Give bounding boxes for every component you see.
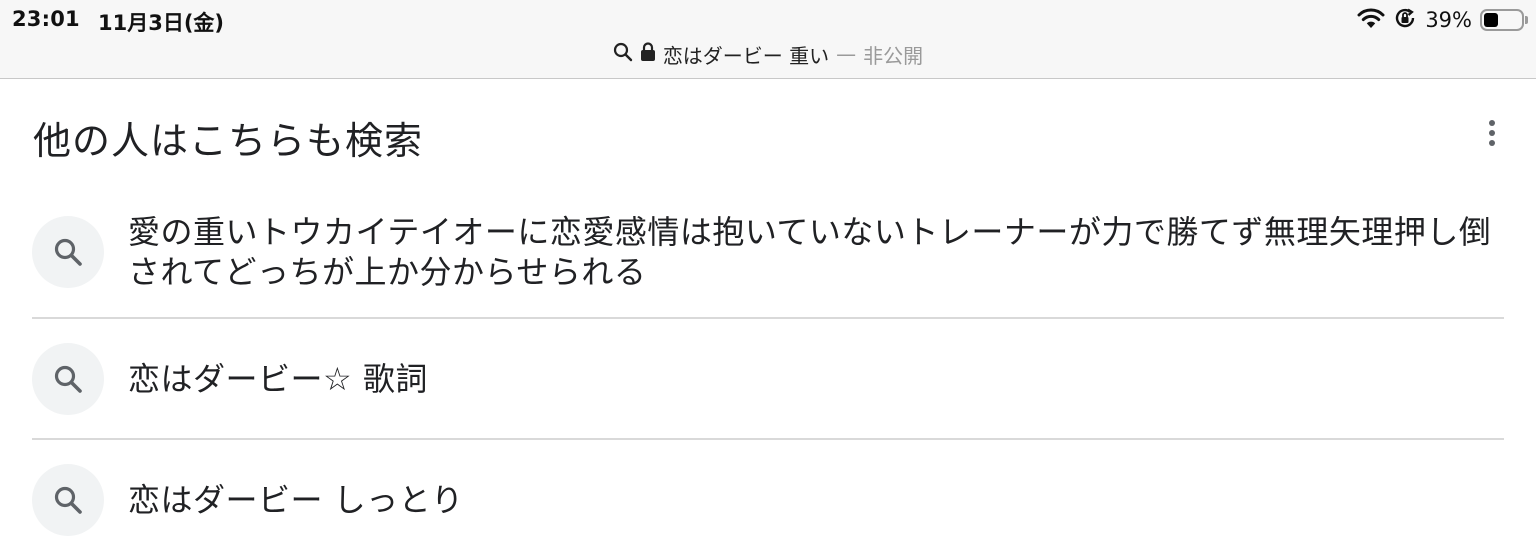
related-searches-list: 愛の重いトウカイテイオーに恋愛感情は抱いていないトレーナーが力で勝てず無理矢理押… bbox=[32, 187, 1504, 560]
wifi-icon bbox=[1357, 7, 1385, 33]
address-separator: — bbox=[836, 42, 857, 66]
status-time: 23:01 bbox=[12, 7, 80, 31]
search-icon bbox=[32, 216, 104, 288]
list-item[interactable]: 恋はダービー しっとり bbox=[32, 440, 1504, 560]
search-icon bbox=[32, 342, 104, 415]
more-vert-icon bbox=[1487, 119, 1497, 153]
battery-percent: 39% bbox=[1425, 8, 1472, 32]
section-title: 他の人はこちらも検索 bbox=[33, 119, 424, 163]
battery-level-fill bbox=[1484, 13, 1499, 27]
address-query: 恋はダービー 重い bbox=[662, 43, 830, 68]
list-item[interactable]: 恋はダービー☆ 歌詞 bbox=[32, 319, 1504, 440]
search-icon bbox=[32, 464, 104, 536]
orientation-lock-icon bbox=[1393, 6, 1417, 34]
status-date: 11月3日(金) bbox=[98, 11, 225, 35]
address-bar[interactable]: 恋はダービー 重い — 非公開 bbox=[0, 40, 1536, 68]
battery-icon bbox=[1480, 9, 1528, 31]
list-item[interactable]: 愛の重いトウカイテイオーに恋愛感情は抱いていないトレーナーが力で勝てず無理矢理押… bbox=[32, 187, 1504, 319]
more-options-button[interactable] bbox=[1470, 114, 1514, 158]
private-mode-label: 非公開 bbox=[863, 43, 924, 68]
status-right-group: 39% bbox=[1357, 6, 1528, 34]
browser-top-bar: 23:01 11月3日(金) 39% 恋はダービー 重い — 非公開 bbox=[0, 0, 1536, 79]
suggestion-text: 恋はダービー しっとり bbox=[128, 481, 464, 519]
lock-icon bbox=[640, 41, 656, 67]
suggestion-text: 愛の重いトウカイテイオーに恋愛感情は抱いていないトレーナーが力で勝てず無理矢理押… bbox=[128, 213, 1492, 291]
suggestion-text: 恋はダービー☆ 歌詞 bbox=[128, 359, 428, 398]
search-icon bbox=[613, 42, 633, 67]
